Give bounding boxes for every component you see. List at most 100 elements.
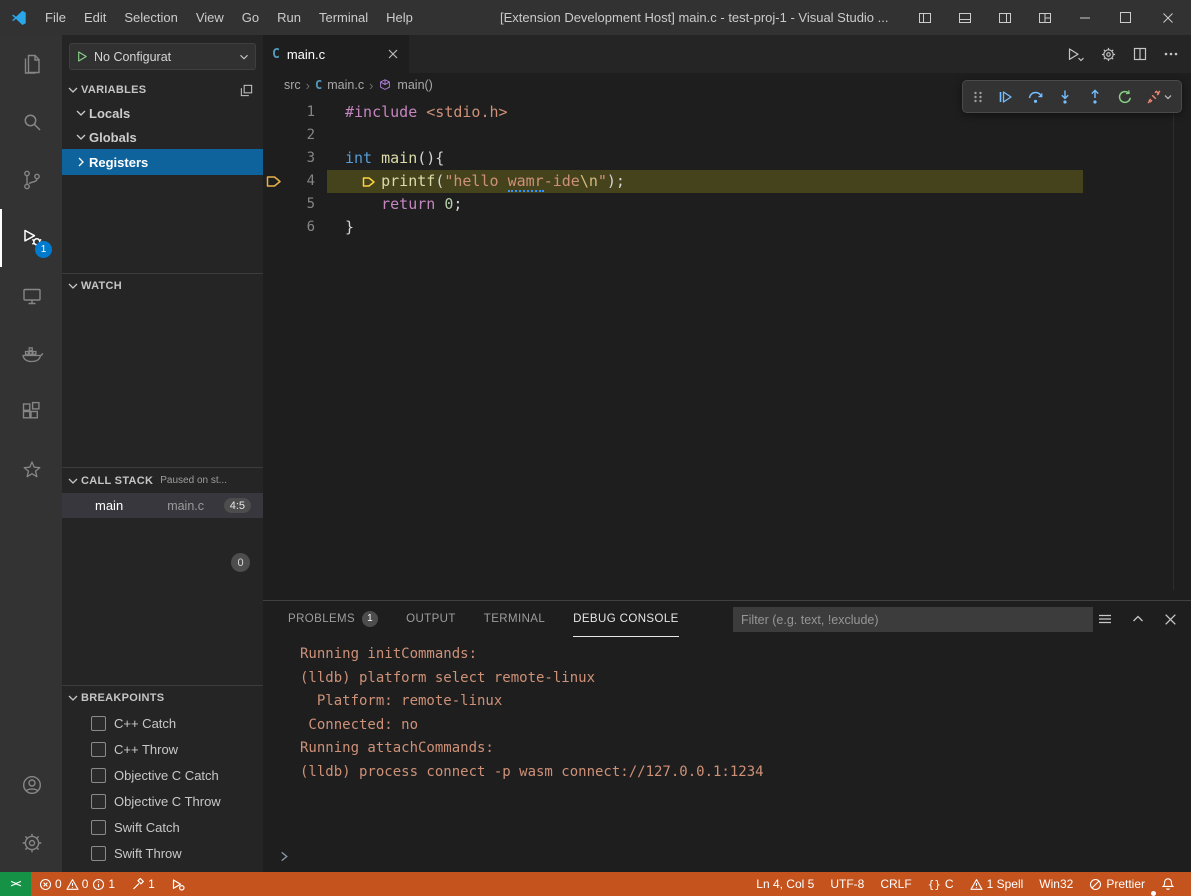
variables-item-registers[interactable]: Registers <box>62 149 263 175</box>
minimize-button[interactable] <box>1065 0 1105 35</box>
step-into-button[interactable] <box>1050 83 1080 111</box>
variables-item-locals[interactable]: Locals <box>62 101 263 125</box>
toggle-secondary-sidebar-icon[interactable] <box>985 0 1025 35</box>
console-options-icon[interactable] <box>1097 611 1113 627</box>
notifications-bell[interactable] <box>1153 872 1183 896</box>
console-input-prompt[interactable] <box>278 850 291 863</box>
checkbox[interactable] <box>91 768 106 783</box>
checkbox[interactable] <box>91 716 106 731</box>
collapse-all-icon[interactable] <box>239 83 254 98</box>
activity-explorer[interactable] <box>0 35 62 93</box>
menu-terminal[interactable]: Terminal <box>310 0 377 35</box>
tab-output[interactable]: OUTPUT <box>406 602 456 637</box>
menu-help[interactable]: Help <box>377 0 422 35</box>
breakpoint-gutter[interactable] <box>263 193 287 216</box>
menu-run[interactable]: Run <box>268 0 310 35</box>
activity-run-and-debug[interactable]: 1 <box>0 209 62 267</box>
tasks-status[interactable]: 1 <box>123 872 163 896</box>
code-editor[interactable]: 1 #include <stdio.h> 2 3 int main(){ 4 <box>263 97 1191 600</box>
activity-remote-explorer[interactable] <box>0 267 62 325</box>
more-actions-icon[interactable] <box>1163 46 1179 62</box>
activity-star[interactable] <box>0 441 62 499</box>
breakpoint-gutter[interactable] <box>263 147 287 170</box>
breakpoint-row[interactable]: Objective C Throw <box>62 788 263 814</box>
menu-selection[interactable]: Selection <box>115 0 186 35</box>
toggle-panel-icon[interactable] <box>945 0 985 35</box>
breakpoint-row[interactable]: C++ Catch <box>62 710 263 736</box>
extensions-icon <box>20 400 44 424</box>
restart-button[interactable] <box>1110 83 1140 111</box>
step-over-button[interactable] <box>1020 83 1050 111</box>
call-stack-section-header[interactable]: CALL STACK Paused on st... <box>62 468 263 493</box>
console-filter-input[interactable] <box>733 607 1093 632</box>
code-line[interactable]: 6 } <box>263 216 1191 239</box>
activity-account[interactable] <box>0 756 62 814</box>
checkbox[interactable] <box>91 794 106 809</box>
tab-debug-console[interactable]: DEBUG CONSOLE <box>573 602 679 637</box>
activity-source-control[interactable] <box>0 151 62 209</box>
debug-status[interactable] <box>163 872 193 896</box>
maximize-button[interactable] <box>1105 0 1145 35</box>
split-editor-icon[interactable] <box>1132 46 1148 62</box>
remote-indicator[interactable]: >< <box>0 872 31 896</box>
menu-edit[interactable]: Edit <box>75 0 115 35</box>
activity-docker[interactable] <box>0 325 62 383</box>
breadcrumb-src[interactable]: src <box>284 78 301 92</box>
breakpoint-gutter[interactable] <box>263 170 287 193</box>
debug-config-dropdown[interactable]: No Configurat <box>69 43 256 70</box>
gear-icon[interactable] <box>1100 46 1117 63</box>
activity-search[interactable] <box>0 93 62 151</box>
tab-problems[interactable]: PROBLEMS 1 <box>288 602 378 637</box>
cursor-position[interactable]: Ln 4, Col 5 <box>748 872 822 896</box>
breakpoint-row[interactable]: C++ Throw <box>62 736 263 762</box>
checkbox[interactable] <box>91 820 106 835</box>
maximize-panel-icon[interactable] <box>1130 611 1146 627</box>
step-out-button[interactable] <box>1080 83 1110 111</box>
close-window-button[interactable] <box>1145 0 1191 35</box>
customize-layout-icon[interactable] <box>1025 0 1065 35</box>
activity-settings[interactable] <box>0 814 62 872</box>
variables-item-globals[interactable]: Globals <box>62 125 263 149</box>
stack-frame-row[interactable]: main main.c 4:5 <box>62 493 263 518</box>
breakpoint-gutter[interactable] <box>263 216 287 239</box>
breakpoint-row[interactable]: Swift Catch <box>62 814 263 840</box>
activity-extensions[interactable] <box>0 383 62 441</box>
breakpoint-row[interactable]: Swift Throw <box>62 840 263 866</box>
variables-section-header[interactable]: VARIABLES <box>62 79 263 101</box>
breadcrumb-symbol[interactable]: main() <box>397 78 432 92</box>
close-panel-icon[interactable] <box>1163 612 1178 627</box>
eol-indicator[interactable]: CRLF <box>872 872 919 896</box>
spell-checker-status[interactable]: 1 Spell <box>962 872 1032 896</box>
code-area[interactable]: 1 #include <stdio.h> 2 3 int main(){ 4 <box>263 97 1191 239</box>
run-or-debug-icon[interactable] <box>1066 46 1085 63</box>
disconnect-button[interactable] <box>1140 83 1178 111</box>
breakpoint-gutter[interactable] <box>263 124 287 147</box>
code-line-current[interactable]: 4 printf("hello wamr-ide\n"); <box>263 170 1191 193</box>
breadcrumb-file[interactable]: main.c <box>327 78 364 92</box>
watch-section-header[interactable]: WATCH <box>62 274 263 298</box>
code-line[interactable]: 5 return 0; <box>263 193 1191 216</box>
menu-view[interactable]: View <box>187 0 233 35</box>
tab-terminal[interactable]: TERMINAL <box>484 602 545 637</box>
start-debug-icon[interactable] <box>74 49 89 64</box>
continue-button[interactable] <box>990 83 1020 111</box>
language-mode[interactable]: {} C <box>920 872 962 896</box>
menu-go[interactable]: Go <box>233 0 268 35</box>
platform-indicator[interactable]: Win32 <box>1031 872 1081 896</box>
breakpoint-gutter[interactable] <box>263 101 287 124</box>
formatter-status[interactable]: Prettier <box>1081 872 1153 896</box>
breakpoint-row[interactable]: Objective C Catch <box>62 762 263 788</box>
code-line[interactable]: 2 <box>263 124 1191 147</box>
tab-main-c[interactable]: C main.c <box>263 35 409 73</box>
drag-handle[interactable] <box>966 83 990 111</box>
menu-file[interactable]: File <box>36 0 75 35</box>
toggle-sidebar-icon[interactable] <box>905 0 945 35</box>
checkbox[interactable] <box>91 846 106 861</box>
checkbox[interactable] <box>91 742 106 757</box>
close-icon[interactable] <box>386 47 400 61</box>
breakpoints-section-header[interactable]: BREAKPOINTS <box>62 686 263 710</box>
problems-status[interactable]: 0 0 1 <box>31 872 123 896</box>
notification-dot <box>1151 891 1156 896</box>
code-line[interactable]: 3 int main(){ <box>263 147 1191 170</box>
encoding-indicator[interactable]: UTF-8 <box>822 872 872 896</box>
